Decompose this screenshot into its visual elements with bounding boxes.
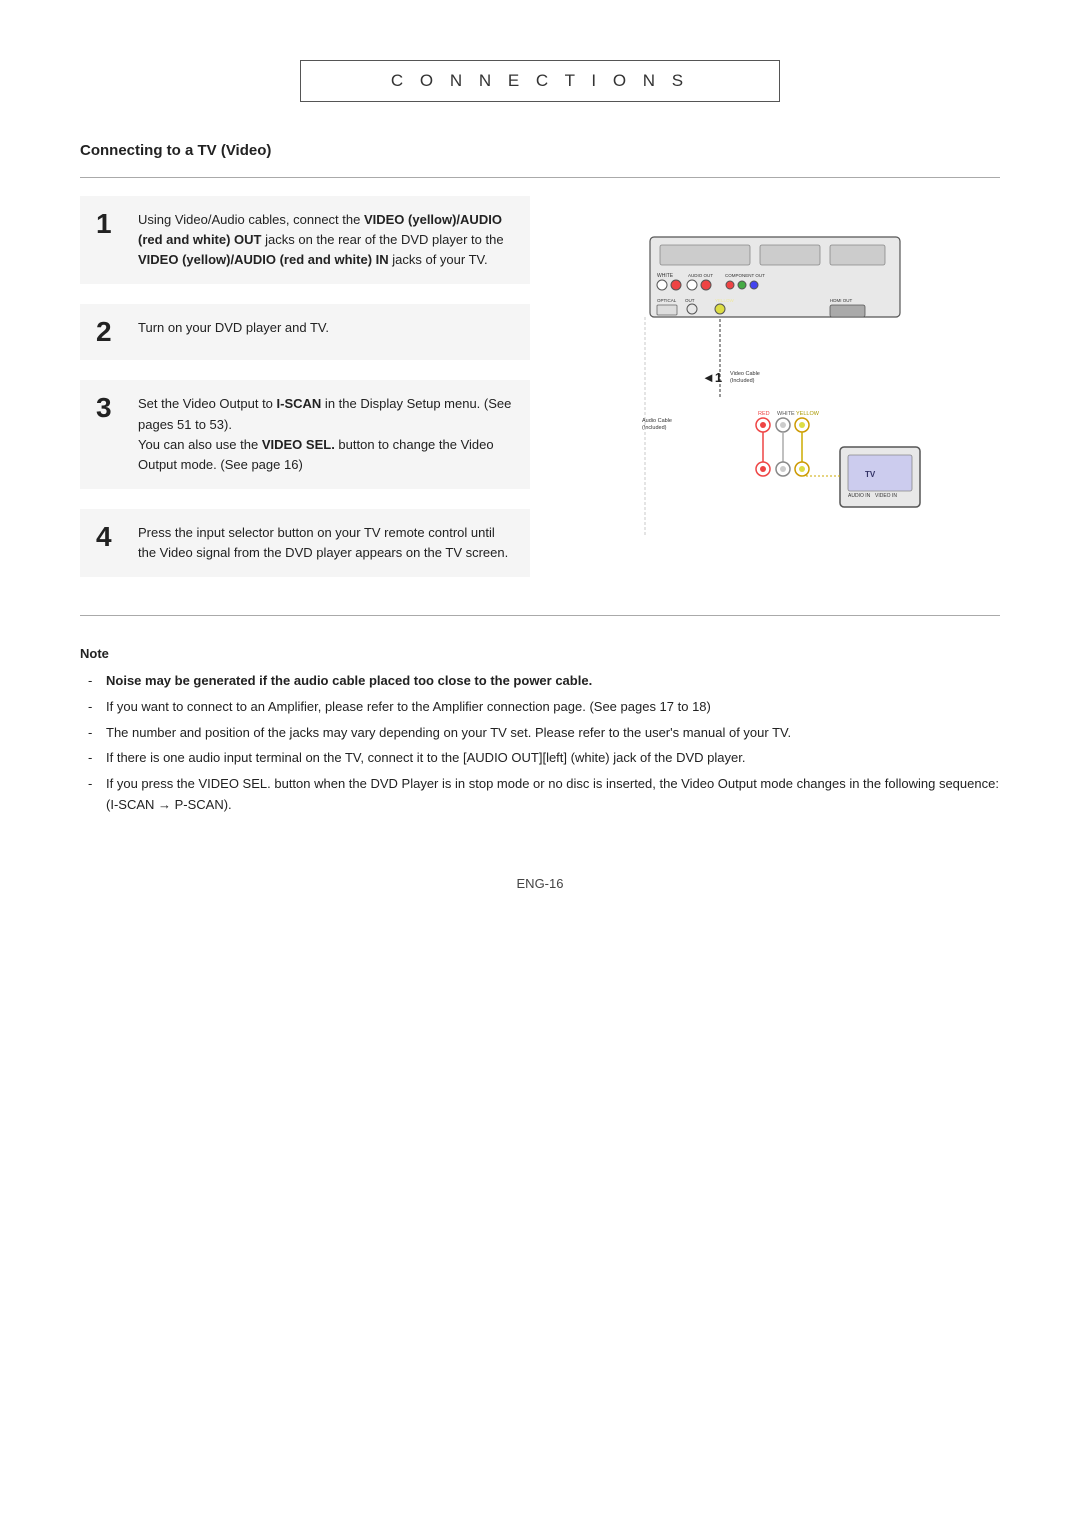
step-4: 4 Press the input selector button on you… [80,509,530,577]
svg-text:WHITE: WHITE [657,273,674,279]
svg-text:YELLOW: YELLOW [715,298,735,303]
step-4-number: 4 [96,523,124,551]
content-area: 1 Using Video/Audio cables, connect the … [80,177,1000,616]
step-2-number: 2 [96,318,124,346]
step-3: 3 Set the Video Output to I-SCAN in the … [80,380,530,489]
step-1: 1 Using Video/Audio cables, connect the … [80,196,530,284]
svg-text:Video Cable: Video Cable [730,371,760,377]
svg-text:(Included): (Included) [642,425,667,431]
step-1-text: Using Video/Audio cables, connect the VI… [138,210,514,270]
step-4-text: Press the input selector button on your … [138,523,514,563]
svg-text:RED: RED [758,411,770,417]
svg-text:COMPONENT OUT: COMPONENT OUT [725,273,765,278]
step-2: 2 Turn on your DVD player and TV. [80,304,530,360]
svg-text:(Included): (Included) [730,378,755,384]
svg-text:VIDEO IN: VIDEO IN [875,493,897,499]
svg-text:AUDIO OUT: AUDIO OUT [688,273,713,278]
step-3-text: Set the Video Output to I-SCAN in the Di… [138,394,514,475]
note-item-1: - Noise may be generated if the audio ca… [88,671,1000,692]
section-title: Connecting to a TV (Video) [80,142,1000,159]
step-2-text: Turn on your DVD player and TV. [138,318,329,338]
page-number: ENG-16 [80,876,1000,891]
page-title-box: C O N N E C T I O N S [300,60,780,102]
note-title: Note [80,644,1000,665]
note-item-5: - If you press the VIDEO SEL. button whe… [88,774,1000,816]
page-title: C O N N E C T I O N S [391,71,689,90]
steps-column: 1 Using Video/Audio cables, connect the … [80,196,560,597]
note-item-3: - The number and position of the jacks m… [88,723,1000,744]
svg-text:OPTICAL: OPTICAL [657,298,677,303]
svg-text:◄1: ◄1 [702,370,722,385]
diagram-column: WHITE AUDIO OUT COMPONENT OUT OPTICAL OU… [560,196,1000,597]
note-section: Note - Noise may be generated if the aud… [80,644,1000,816]
note-item-2: - If you want to connect to an Amplifier… [88,697,1000,718]
svg-text:WHITE: WHITE [777,411,795,417]
svg-text:Audio Cable: Audio Cable [642,418,672,424]
svg-text:TV: TV [865,470,876,479]
svg-text:YELLOW: YELLOW [796,411,820,417]
step-1-number: 1 [96,210,124,238]
connection-diagram: WHITE AUDIO OUT COMPONENT OUT OPTICAL OU… [620,227,940,567]
svg-text:AUDIO IN: AUDIO IN [848,493,871,499]
svg-text:OUT: OUT [685,298,695,303]
step-3-number: 3 [96,394,124,422]
svg-text:HDMI OUT: HDMI OUT [830,298,852,303]
note-item-4: - If there is one audio input terminal o… [88,748,1000,769]
